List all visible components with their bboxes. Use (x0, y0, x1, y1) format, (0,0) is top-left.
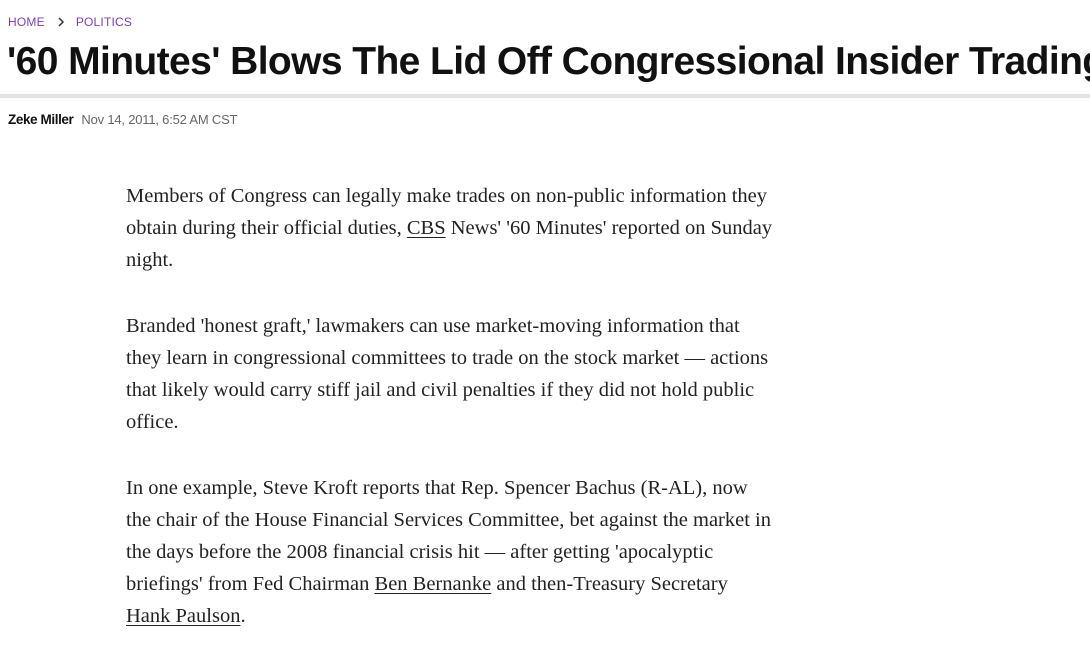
chevron-right-icon (57, 16, 65, 28)
byline: Zeke Miller Nov 14, 2011, 6:52 AM CST (8, 112, 237, 127)
breadcrumb-home-link[interactable]: HOME (8, 15, 45, 29)
article-body: Members of Congress can legally make tra… (126, 180, 776, 666)
cbs-link[interactable]: CBS (407, 217, 446, 239)
author-link[interactable]: Zeke Miller (8, 112, 74, 127)
article-paragraph-1: Members of Congress can legally make tra… (126, 180, 776, 276)
hank-paulson-link[interactable]: Hank Paulson (126, 605, 240, 627)
article-headline: '60 Minutes' Blows The Lid Off Congressi… (7, 40, 1090, 83)
headline-divider (0, 94, 1090, 98)
paragraph-text: . (240, 605, 246, 627)
article-paragraph-2: Branded 'honest graft,' lawmakers can us… (126, 315, 769, 433)
paragraph-text: and then-Treasury Secretary (491, 573, 728, 595)
breadcrumb: HOME POLITICS (8, 15, 132, 29)
article-paragraph-3: In one example, Steve Kroft reports that… (126, 472, 776, 632)
publish-date: Nov 14, 2011, 6:52 AM CST (81, 112, 238, 127)
breadcrumb-politics-link[interactable]: POLITICS (76, 15, 132, 29)
ben-bernanke-link[interactable]: Ben Bernanke (375, 573, 492, 595)
